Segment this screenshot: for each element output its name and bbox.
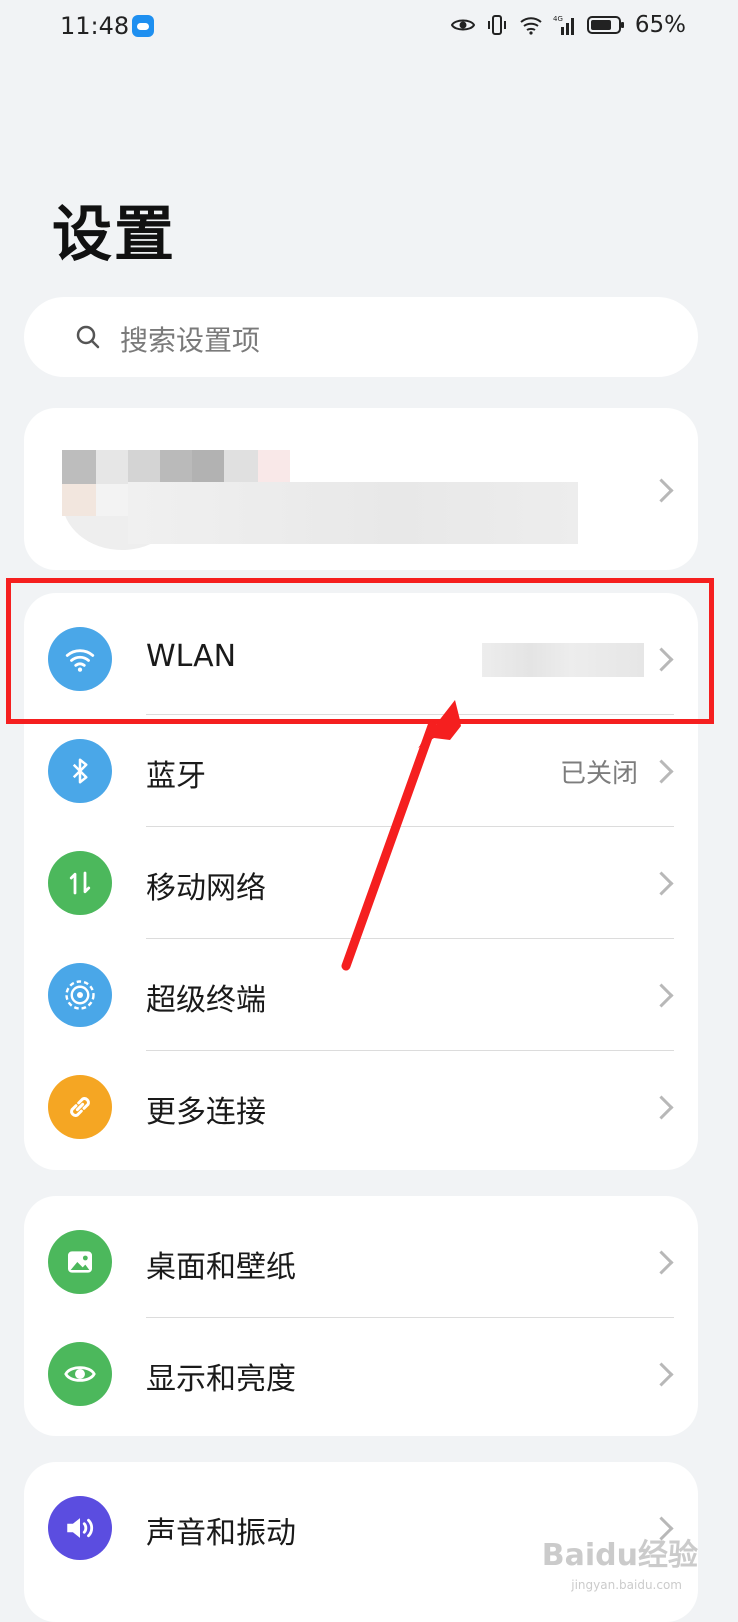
battery-icon [586, 16, 624, 34]
mobile-data-icon [48, 851, 112, 915]
signal-icon: 4G [553, 15, 574, 35]
settings-item-mobile-network[interactable]: 移动网络 [24, 827, 698, 939]
vibrate-icon [487, 15, 506, 35]
settings-item-label: 蓝牙 [146, 759, 206, 794]
settings-item-super-device[interactable]: 超级终端 [24, 939, 698, 1051]
bluetooth-status: 已关闭 [559, 759, 638, 789]
chevron-right-icon [649, 1250, 674, 1275]
account-subtitle-blur [128, 482, 578, 544]
chevron-right-icon [649, 1362, 674, 1387]
weather-icon [132, 15, 154, 37]
settings-item-label: 移动网络 [146, 871, 266, 906]
eye-status-icon [450, 19, 475, 31]
chevron-right-icon [649, 983, 674, 1008]
account-card[interactable] [24, 408, 698, 570]
settings-item-wallpaper[interactable]: 桌面和壁纸 [24, 1206, 698, 1318]
chevron-right-icon [649, 1095, 674, 1120]
chevron-right-icon [649, 759, 674, 784]
settings-item-display[interactable]: 显示和亮度 [24, 1318, 698, 1430]
account-name-blur [128, 450, 160, 482]
link-icon [48, 1075, 112, 1139]
bluetooth-icon [48, 739, 112, 803]
highlight-box [6, 578, 714, 724]
super-device-icon [48, 963, 112, 1027]
search-placeholder: 搜索设置项 [120, 324, 261, 357]
wallpaper-icon [48, 1230, 112, 1294]
settings-item-label: 声音和振动 [146, 1516, 296, 1551]
wifi-status-icon [520, 17, 542, 35]
status-icons: 4G 65% [450, 12, 686, 38]
status-time: 11:48 [60, 12, 130, 40]
chevron-right-icon [649, 871, 674, 896]
watermark-url: jingyan.baidu.com [571, 1578, 682, 1592]
settings-item-label: 更多连接 [146, 1095, 266, 1130]
status-bar: 11:48 4G 65% [0, 0, 738, 60]
watermark-logo: Baidu经验 [541, 1538, 698, 1573]
settings-item-label: 桌面和壁纸 [146, 1250, 296, 1285]
settings-item-more-connections[interactable]: 更多连接 [24, 1051, 698, 1163]
eye-icon [48, 1342, 112, 1406]
page-title: 设置 [52, 200, 176, 270]
settings-item-label: 超级终端 [146, 983, 266, 1018]
search-bar[interactable]: 搜索设置项 [24, 297, 698, 377]
chevron-right-icon [649, 478, 674, 503]
network-type-label: 4G [553, 15, 563, 23]
speaker-icon [48, 1496, 112, 1560]
battery-percent: 65% [634, 12, 686, 38]
search-icon [76, 325, 100, 349]
settings-item-bluetooth[interactable]: 蓝牙 已关闭 [24, 715, 698, 827]
settings-item-label: 显示和亮度 [146, 1362, 296, 1397]
display-card: 桌面和壁纸 显示和亮度 [24, 1196, 698, 1436]
